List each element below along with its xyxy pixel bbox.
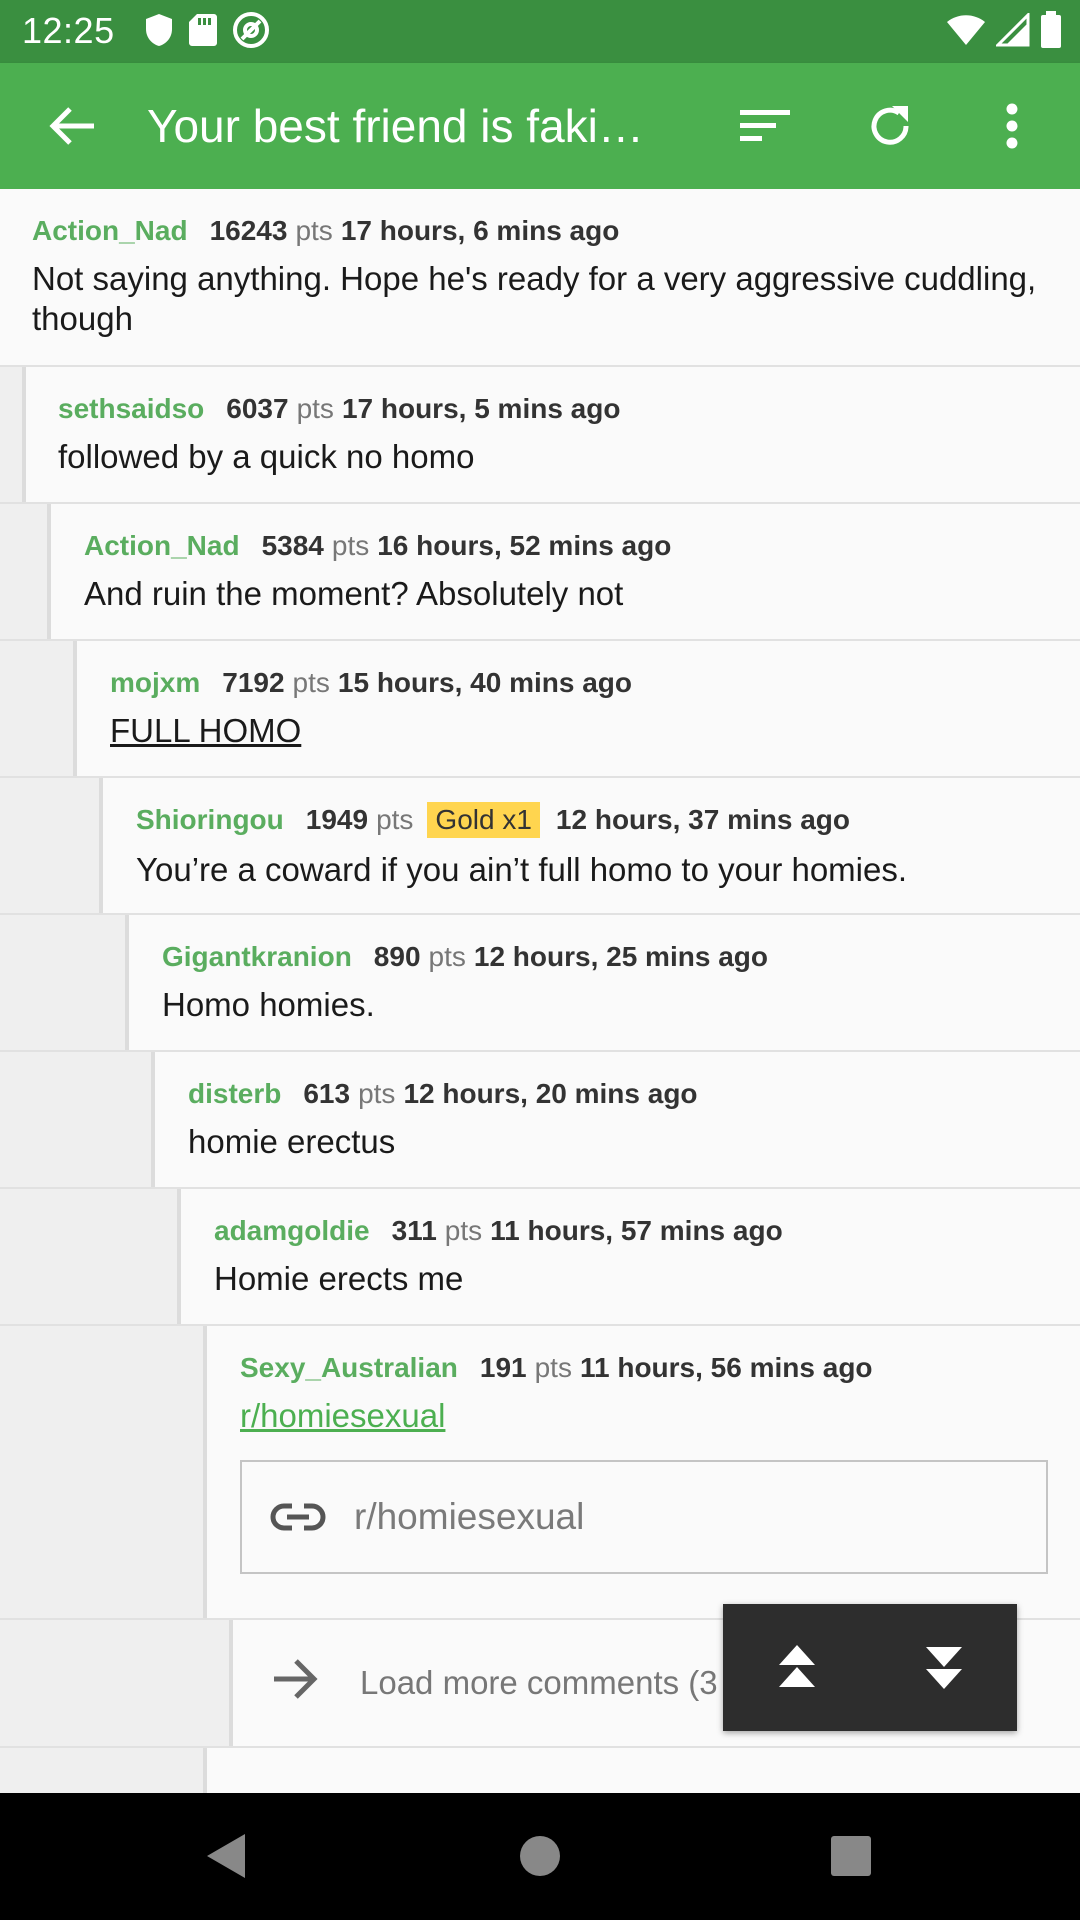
sort-icon[interactable] — [735, 96, 795, 156]
comment[interactable]: Sexy_Australian 191 pts 11 hours, 56 min… — [0, 1326, 1080, 1620]
more-vert-icon[interactable] — [982, 96, 1042, 156]
points-label: pts — [444, 1215, 483, 1246]
comment-time: 11 hours, 57 mins ago — [490, 1215, 783, 1246]
floating-scroll-nav — [723, 1604, 1017, 1731]
points-label: pts — [295, 215, 333, 246]
comment-meta: disterb 613 pts 12 hours, 20 mins ago — [188, 1078, 1048, 1110]
comment-score: 16243 — [209, 215, 288, 246]
comment-time: 17 hours, 5 mins ago — [341, 393, 621, 424]
comment-author[interactable]: sethsaidso — [58, 393, 204, 425]
shield-icon — [144, 13, 174, 52]
comment-link[interactable]: r/homiesexual — [240, 1396, 1048, 1436]
points-label: pts — [296, 393, 334, 424]
comment-author[interactable]: mojxm — [110, 667, 200, 699]
comment[interactable]: Action_Nad 16243 pts 17 hours, 6 mins ag… — [0, 189, 1080, 367]
points-label: pts — [376, 804, 414, 835]
comment-time: 15 hours, 40 mins ago — [337, 667, 633, 698]
signal-icon — [994, 10, 1030, 52]
app-toolbar: Your best friend is faki… — [0, 63, 1080, 189]
status-time: 12:25 — [22, 10, 115, 51]
points-label: pts — [428, 941, 466, 972]
points-label: pts — [358, 1078, 396, 1109]
comment-text: FULL HOMO — [110, 712, 302, 749]
indent-line — [203, 1748, 207, 1793]
comment-score: 1949 — [305, 804, 369, 835]
scroll-down-icon[interactable] — [870, 1604, 1017, 1731]
comment-meta: Action_Nad 5384 pts 16 hours, 52 mins ag… — [84, 530, 1048, 562]
comment[interactable]: disterb 613 pts 12 hours, 20 mins ago ho… — [0, 1052, 1080, 1189]
comment-score: 6037 — [226, 393, 289, 424]
comment-score: 613 — [303, 1078, 351, 1109]
indent-line — [229, 1620, 233, 1746]
link-icon — [270, 1489, 326, 1545]
comment-score: 5384 — [261, 530, 324, 561]
comment-author[interactable]: Sexy_Australian — [240, 1352, 458, 1384]
comment-time: 11 hours, 56 mins ago — [579, 1352, 873, 1383]
comment-author[interactable]: Shioringou — [136, 804, 284, 836]
indent-gutter — [0, 1620, 229, 1746]
comment[interactable]: mojxm 7192 pts 15 hours, 40 mins ago FUL… — [0, 641, 1080, 778]
comment-text: And ruin the moment? Absolutely not — [84, 575, 624, 612]
system-nav-bar — [0, 1793, 1080, 1920]
link-preview[interactable]: r/homiesexual — [240, 1460, 1048, 1574]
comment-author[interactable]: Action_Nad — [84, 530, 240, 562]
comment-author[interactable]: Gigantkranion — [162, 941, 352, 973]
comment-time: 12 hours, 20 mins ago — [403, 1078, 698, 1109]
link-preview-label: r/homiesexual — [354, 1496, 585, 1537]
comment-author[interactable]: Action_Nad — [32, 215, 188, 247]
comment[interactable]: Action_Nad 5384 pts 16 hours, 52 mins ag… — [0, 504, 1080, 641]
comment-score: 7192 — [222, 667, 285, 698]
gold-badge: Gold x1 — [427, 802, 540, 838]
comment-time: 17 hours, 6 mins ago — [340, 215, 620, 246]
comment-score: 311 — [391, 1215, 437, 1246]
home-circle-icon[interactable] — [507, 1823, 573, 1889]
scroll-up-icon[interactable] — [723, 1604, 870, 1731]
comment-score: 890 — [373, 941, 421, 972]
comment-meta: adamgoldie 311 pts 11 hours, 57 mins ago — [214, 1215, 1048, 1247]
at-sign-icon — [232, 11, 270, 54]
comment-score: 191 — [479, 1352, 527, 1383]
comment[interactable]: Shioringou 1949 pts Gold x1 12 hours, 37… — [0, 778, 1080, 915]
comment-meta: sethsaidso 6037 pts 17 hours, 5 mins ago — [58, 393, 1048, 425]
indent-gutter — [0, 1748, 203, 1793]
comment-list: Action_Nad 16243 pts 17 hours, 6 mins ag… — [0, 189, 1080, 1793]
back-arrow-icon[interactable] — [42, 96, 102, 156]
comment-meta: Shioringou 1949 pts Gold x1 12 hours, 37… — [136, 802, 1048, 838]
comment-text: Not saying anything. Hope he's ready for… — [32, 260, 1037, 337]
comment-time: 16 hours, 52 mins ago — [377, 530, 672, 561]
comment-meta: Gigantkranion 890 pts 12 hours, 25 mins … — [162, 941, 1048, 973]
comment-meta: Action_Nad 16243 pts 17 hours, 6 mins ag… — [32, 215, 1048, 247]
comment-text: homie erectus — [188, 1123, 396, 1160]
comment-time: 12 hours, 25 mins ago — [473, 941, 768, 972]
recents-square-icon[interactable] — [818, 1823, 884, 1889]
comment[interactable] — [0, 1748, 1080, 1793]
comment-author[interactable]: adamgoldie — [214, 1215, 370, 1247]
back-triangle-icon[interactable] — [192, 1823, 258, 1889]
wifi-icon — [946, 14, 986, 51]
status-bar: 12:25 — [0, 0, 1080, 63]
comment-text: You’re a coward if you ain’t full homo t… — [136, 851, 908, 888]
comment-author[interactable]: disterb — [188, 1078, 281, 1110]
arrow-right-icon — [270, 1654, 320, 1709]
points-label: pts — [534, 1352, 572, 1383]
comment[interactable]: sethsaidso 6037 pts 17 hours, 5 mins ago… — [0, 367, 1080, 504]
comment[interactable]: Gigantkranion 890 pts 12 hours, 25 mins … — [0, 915, 1080, 1052]
comment-meta: Sexy_Australian 191 pts 11 hours, 56 min… — [240, 1352, 1048, 1384]
refresh-icon[interactable] — [860, 96, 920, 156]
comment-text: Homie erects me — [214, 1260, 464, 1297]
comment-text: followed by a quick no homo — [58, 438, 475, 475]
battery-icon — [1040, 10, 1062, 54]
sd-card-icon — [188, 13, 218, 52]
comment-meta: mojxm 7192 pts 15 hours, 40 mins ago — [110, 667, 1048, 699]
comment-text: Homo homies. — [162, 986, 375, 1023]
points-label: pts — [292, 667, 330, 698]
comment-time: 12 hours, 37 mins ago — [555, 804, 851, 835]
points-label: pts — [331, 530, 370, 561]
comment[interactable]: adamgoldie 311 pts 11 hours, 57 mins ago… — [0, 1189, 1080, 1326]
thread-title: Your best friend is faki… — [147, 100, 644, 152]
